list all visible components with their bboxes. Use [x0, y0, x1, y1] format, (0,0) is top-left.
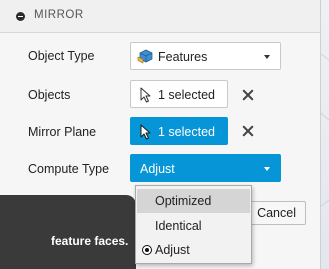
menu-item-adjust[interactable]: Adjust: [137, 238, 250, 262]
feature-cube-icon: [137, 49, 153, 64]
clear-objects-icon[interactable]: [242, 89, 254, 101]
object-type-label: Object Type: [28, 49, 95, 63]
cursor-arrow-icon: [140, 87, 151, 103]
compute-type-dropdown: Optimized Identical Adjust: [135, 185, 252, 264]
radio-selected-icon: [142, 245, 152, 255]
objects-select-button[interactable]: 1 selected: [130, 80, 228, 108]
menu-item-identical[interactable]: Identical: [137, 214, 250, 238]
chevron-down-icon: [264, 167, 270, 171]
menu-item-label: Optimized: [155, 194, 212, 208]
compute-type-value: Adjust: [140, 162, 175, 176]
compute-type-select[interactable]: Adjust: [130, 154, 281, 182]
dialog-title: MIRROR: [34, 9, 84, 21]
mirror-plane-select-button[interactable]: 1 selected: [130, 117, 228, 145]
menu-item-optimized[interactable]: Optimized: [137, 189, 250, 213]
objects-value: 1 selected: [158, 88, 215, 102]
object-type-value: Features: [158, 50, 208, 64]
menu-item-label: Identical: [155, 219, 202, 233]
tooltip: feature faces.: [0, 195, 136, 269]
object-type-select[interactable]: Features: [130, 42, 281, 70]
dialog-header[interactable]: MIRROR: [0, 0, 320, 33]
mirror-plane-value: 1 selected: [158, 125, 215, 139]
cursor-arrow-icon: [140, 124, 151, 140]
mirror-plane-label: Mirror Plane: [28, 125, 97, 139]
tooltip-text: feature faces.: [51, 234, 129, 248]
compute-type-label: Compute Type: [28, 162, 110, 176]
chevron-down-icon: [264, 55, 270, 59]
objects-label: Objects: [28, 88, 71, 102]
collapse-icon[interactable]: [16, 12, 25, 21]
menu-item-label: Adjust: [155, 243, 190, 257]
clear-mirror-plane-icon[interactable]: [242, 125, 254, 137]
